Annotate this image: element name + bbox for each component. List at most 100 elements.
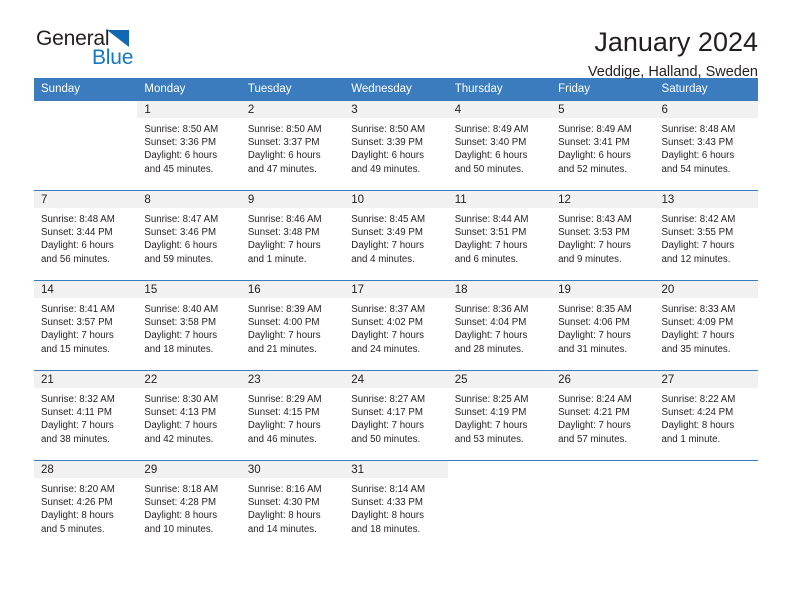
day-cell[interactable]: 15 Sunrise: 8:40 AM Sunset: 3:58 PM Dayligh… xyxy=(137,280,241,371)
logo-text-blue: Blue xyxy=(92,46,134,69)
day-cell[interactable]: 5 Sunrise: 8:49 AM Sunset: 3:41 PM Daylight… xyxy=(551,100,655,191)
day-cell[interactable]: 17 Sunrise: 8:37 AM Sunset: 4:02 PM Dayligh… xyxy=(344,280,448,371)
day-cell[interactable]: 21 Sunrise: 8:32 AM Sunset: 4:11 PM Dayligh… xyxy=(34,370,138,461)
daylight-text-line2: and 15 minutes. xyxy=(41,343,110,355)
day-number: 17 xyxy=(344,281,448,298)
day-number: 7 xyxy=(34,191,138,208)
calendar-body: 1 Sunrise: 8:50 AM Sunset: 3:36 PM Daylight… xyxy=(34,100,758,551)
day-details: Sunrise: 8:33 AM Sunset: 4:09 PM Daylight:… xyxy=(655,298,758,356)
sunset-text: Sunset: 4:28 PM xyxy=(144,497,217,509)
day-cell[interactable]: 19 Sunrise: 8:35 AM Sunset: 4:06 PM Dayligh… xyxy=(551,280,655,371)
day-details: Sunrise: 8:29 AM Sunset: 4:15 PM Daylight:… xyxy=(241,388,344,446)
day-number: 20 xyxy=(654,281,758,298)
day-number: 8 xyxy=(137,191,241,208)
daylight-text-line2: and 46 minutes. xyxy=(247,433,317,445)
daylight-text-line2: and 4 minutes. xyxy=(351,253,415,265)
day-details: Sunrise: 8:42 AM Sunset: 3:55 PM Daylight:… xyxy=(655,208,758,266)
daylight-text-line1: Daylight: 6 hours xyxy=(454,150,528,162)
day-cell[interactable]: 13 Sunrise: 8:42 AM Sunset: 3:55 PM Dayligh… xyxy=(654,190,758,281)
day-cell-empty xyxy=(654,460,758,551)
sunset-text: Sunset: 3:49 PM xyxy=(351,227,423,239)
day-details: Sunrise: 8:20 AM Sunset: 4:26 PM Daylight:… xyxy=(34,478,137,536)
day-cell[interactable]: 16 Sunrise: 8:39 AM Sunset: 4:00 PM Dayligh… xyxy=(240,280,345,371)
day-details: Sunrise: 8:47 AM Sunset: 3:46 PM Daylight:… xyxy=(137,208,240,266)
day-cell[interactable]: 30 Sunrise: 8:16 AM Sunset: 4:30 PM Dayligh… xyxy=(240,460,345,551)
day-cell[interactable]: 18 Sunrise: 8:36 AM Sunset: 4:04 PM Dayligh… xyxy=(447,280,552,371)
sunrise-text: Sunrise: 8:50 AM xyxy=(351,124,426,135)
day-cell[interactable]: 1 Sunrise: 8:50 AM Sunset: 3:36 PM Daylight… xyxy=(137,100,241,191)
daylight-text-line2: and 1 minute. xyxy=(247,253,307,265)
weekday-header-friday: Friday xyxy=(551,78,655,101)
day-cell[interactable]: 3 Sunrise: 8:50 AM Sunset: 3:39 PM Daylight… xyxy=(344,100,448,191)
sunset-text: Sunset: 3:36 PM xyxy=(144,137,217,149)
daylight-text-line2: and 21 minutes. xyxy=(247,343,317,355)
sunset-text: Sunset: 4:17 PM xyxy=(351,407,423,419)
sunset-text: Sunset: 4:21 PM xyxy=(558,407,630,419)
day-cell[interactable]: 25 Sunrise: 8:25 AM Sunset: 4:19 PM Dayligh… xyxy=(447,370,552,461)
daylight-text-line1: Daylight: 7 hours xyxy=(454,240,528,252)
day-details: Sunrise: 8:49 AM Sunset: 3:41 PM Daylight:… xyxy=(551,118,654,176)
day-cell[interactable]: 22 Sunrise: 8:30 AM Sunset: 4:13 PM Dayligh… xyxy=(137,370,241,461)
daylight-text-line1: Daylight: 7 hours xyxy=(351,420,424,432)
day-cell[interactable]: 28 Sunrise: 8:20 AM Sunset: 4:26 PM Dayligh… xyxy=(34,460,138,551)
sunrise-text: Sunrise: 8:22 AM xyxy=(661,394,736,405)
day-cell[interactable]: 10 Sunrise: 8:45 AM Sunset: 3:49 PM Dayligh… xyxy=(344,190,448,281)
day-cell[interactable]: 11 Sunrise: 8:44 AM Sunset: 3:51 PM Dayligh… xyxy=(447,190,552,281)
general-blue-logo[interactable]: General Blue xyxy=(34,28,154,74)
day-details: Sunrise: 8:45 AM Sunset: 3:49 PM Daylight:… xyxy=(344,208,447,266)
daylight-text-line1: Daylight: 7 hours xyxy=(247,330,321,342)
day-cell[interactable]: 6 Sunrise: 8:48 AM Sunset: 3:43 PM Daylight… xyxy=(654,100,758,191)
sunset-text: Sunset: 3:55 PM xyxy=(661,227,734,239)
sunrise-text: Sunrise: 8:27 AM xyxy=(351,394,426,405)
day-number: 2 xyxy=(240,101,345,118)
day-details: Sunrise: 8:25 AM Sunset: 4:19 PM Daylight:… xyxy=(448,388,551,446)
day-details: Sunrise: 8:43 AM Sunset: 3:53 PM Daylight:… xyxy=(551,208,654,266)
day-cell[interactable]: 31 Sunrise: 8:14 AM Sunset: 4:33 PM Dayligh… xyxy=(344,460,448,551)
day-number: 9 xyxy=(240,191,345,208)
sunset-text: Sunset: 4:09 PM xyxy=(661,317,734,329)
day-cell[interactable]: 27 Sunrise: 8:22 AM Sunset: 4:24 PM Dayligh… xyxy=(654,370,758,461)
sunrise-text: Sunrise: 8:33 AM xyxy=(661,304,736,315)
day-cell-empty xyxy=(447,460,552,551)
day-number xyxy=(34,101,137,118)
day-cell[interactable]: 26 Sunrise: 8:24 AM Sunset: 4:21 PM Dayligh… xyxy=(551,370,655,461)
sunset-text: Sunset: 3:57 PM xyxy=(41,317,113,329)
day-cell[interactable]: 29 Sunrise: 8:18 AM Sunset: 4:28 PM Dayligh… xyxy=(137,460,241,551)
sunrise-text: Sunrise: 8:41 AM xyxy=(41,304,115,315)
day-cell[interactable]: 14 Sunrise: 8:41 AM Sunset: 3:57 PM Dayligh… xyxy=(34,280,138,371)
daylight-text-line2: and 54 minutes. xyxy=(661,163,731,175)
weekday-header-saturday: Saturday xyxy=(654,78,758,101)
day-number: 26 xyxy=(551,371,655,388)
day-cell[interactable]: 8 Sunrise: 8:47 AM Sunset: 3:46 PM Daylight… xyxy=(137,190,241,281)
daylight-text-line1: Daylight: 6 hours xyxy=(144,240,218,252)
day-details: Sunrise: 8:50 AM Sunset: 3:36 PM Daylight:… xyxy=(137,118,240,176)
sunset-text: Sunset: 4:26 PM xyxy=(41,497,113,509)
sunrise-text: Sunrise: 8:16 AM xyxy=(247,484,322,495)
day-cell-empty xyxy=(34,100,138,191)
weekday-header-tuesday: Tuesday xyxy=(240,78,345,101)
sunrise-text: Sunrise: 8:24 AM xyxy=(558,394,632,405)
sunset-text: Sunset: 4:24 PM xyxy=(661,407,734,419)
day-cell[interactable]: 9 Sunrise: 8:46 AM Sunset: 3:48 PM Daylight… xyxy=(240,190,345,281)
day-cell[interactable]: 23 Sunrise: 8:29 AM Sunset: 4:15 PM Dayligh… xyxy=(240,370,345,461)
day-number: 5 xyxy=(551,101,655,118)
daylight-text-line1: Daylight: 7 hours xyxy=(454,330,528,342)
page-subtitle: Veddige, Halland, Sweden xyxy=(587,64,758,81)
day-cell[interactable]: 12 Sunrise: 8:43 AM Sunset: 3:53 PM Dayligh… xyxy=(551,190,655,281)
day-details: Sunrise: 8:44 AM Sunset: 3:51 PM Daylight:… xyxy=(448,208,551,266)
daylight-text-line2: and 5 minutes. xyxy=(41,523,105,535)
day-number: 12 xyxy=(551,191,655,208)
day-cell[interactable]: 2 Sunrise: 8:50 AM Sunset: 3:37 PM Daylight… xyxy=(240,100,345,191)
day-details: Sunrise: 8:48 AM Sunset: 3:44 PM Daylight:… xyxy=(34,208,137,266)
daylight-text-line2: and 57 minutes. xyxy=(558,433,628,445)
daylight-text-line1: Daylight: 6 hours xyxy=(247,150,321,162)
daylight-text-line1: Daylight: 7 hours xyxy=(247,420,321,432)
day-cell[interactable]: 4 Sunrise: 8:49 AM Sunset: 3:40 PM Daylight… xyxy=(447,100,552,191)
calendar-week-row: 28 Sunrise: 8:20 AM Sunset: 4:26 PM Dayligh… xyxy=(34,460,758,551)
sunrise-text: Sunrise: 8:50 AM xyxy=(144,124,219,135)
day-cell[interactable]: 7 Sunrise: 8:48 AM Sunset: 3:44 PM Daylight… xyxy=(34,190,138,281)
day-number: 23 xyxy=(240,371,345,388)
day-cell[interactable]: 20 Sunrise: 8:33 AM Sunset: 4:09 PM Dayligh… xyxy=(654,280,758,371)
day-number: 13 xyxy=(654,191,758,208)
day-cell[interactable]: 24 Sunrise: 8:27 AM Sunset: 4:17 PM Dayligh… xyxy=(344,370,448,461)
